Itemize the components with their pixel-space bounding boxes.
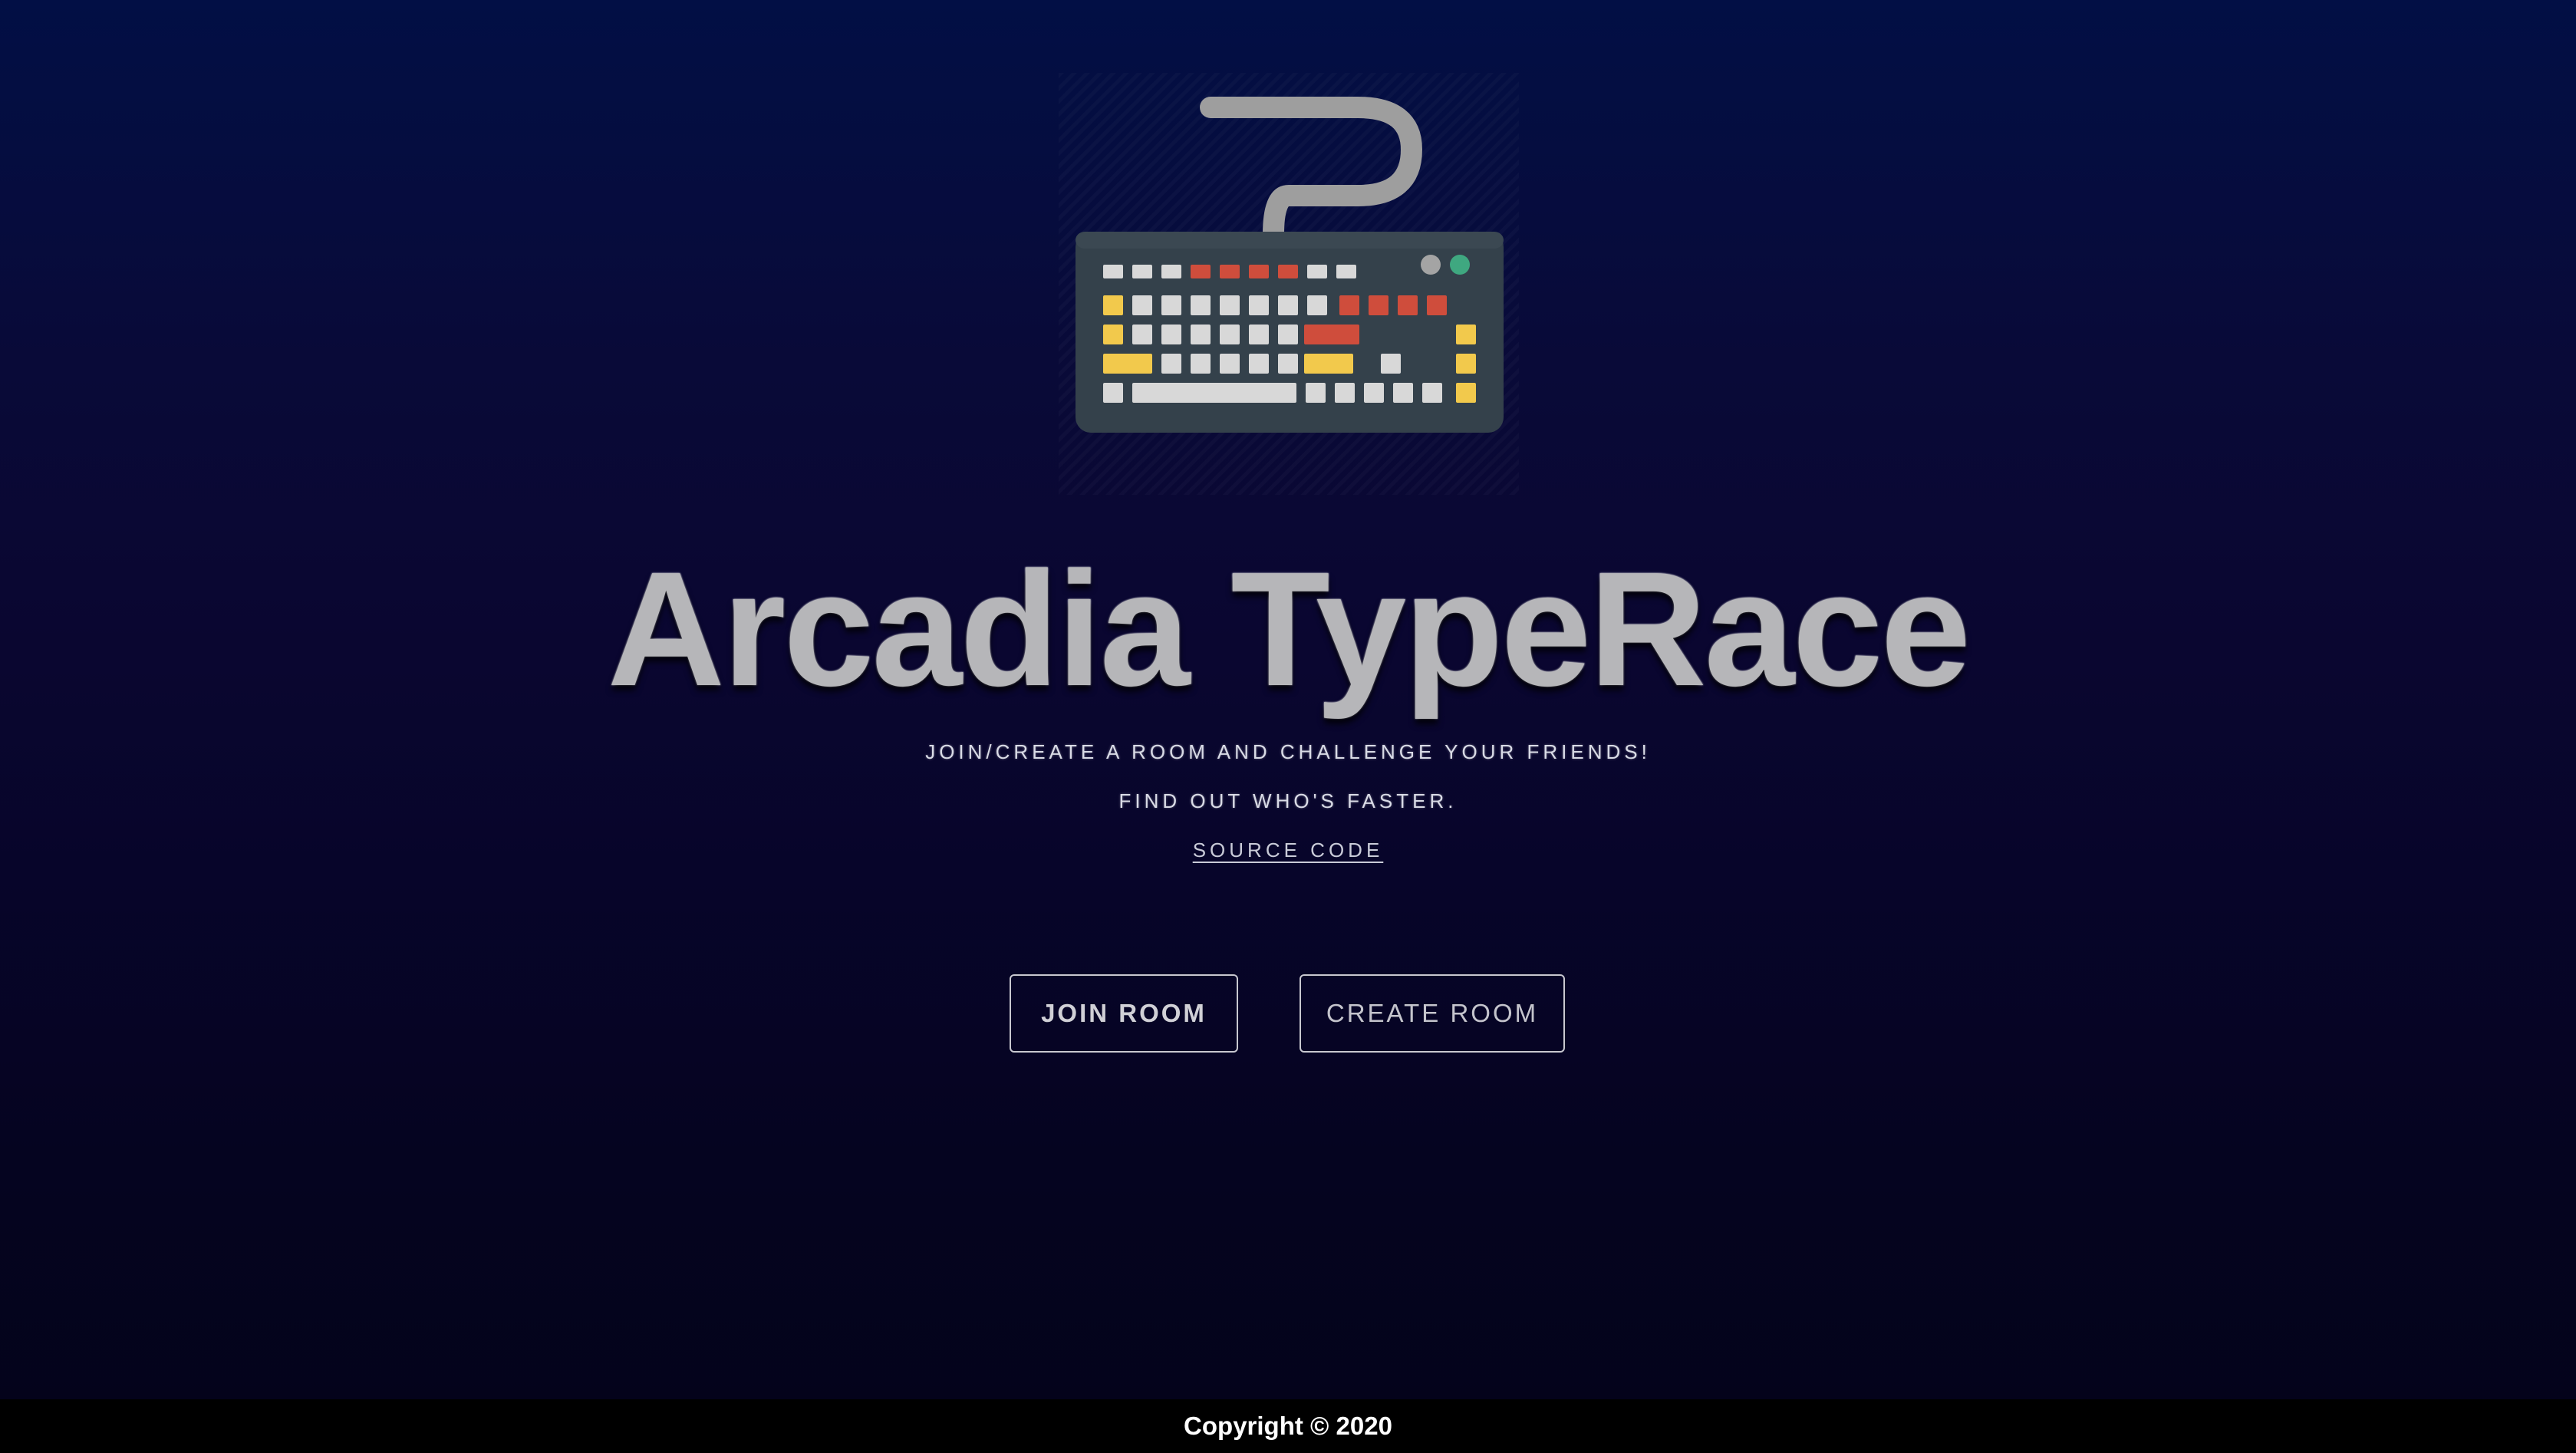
keyboard-key [1307, 265, 1327, 278]
keyboard-key [1220, 265, 1240, 278]
keyboard-key [1456, 325, 1476, 344]
keyboard-key [1132, 295, 1152, 315]
source-code-link[interactable]: SOURCE CODE [1193, 839, 1384, 862]
tagline-find-faster: FIND OUT WHO'S FASTER. [1118, 789, 1458, 812]
keyboard-key [1103, 295, 1123, 315]
keyboard-key [1191, 295, 1211, 315]
source-code-row: SOURCE CODE [0, 839, 2576, 862]
keyboard-key [1103, 265, 1123, 278]
keyboard-key [1220, 354, 1240, 374]
keyboard-key [1249, 354, 1269, 374]
footer: Copyright © 2020 [0, 1399, 2576, 1453]
create-room-button[interactable]: CREATE ROOM [1300, 974, 1565, 1053]
keyboard-key [1132, 383, 1296, 403]
keyboard-key [1161, 265, 1181, 278]
keyboard-key [1191, 354, 1211, 374]
keyboard-key [1335, 383, 1355, 403]
copyright-text: Copyright © 2020 [1184, 1412, 1392, 1440]
keyboard-key [1249, 295, 1269, 315]
keyboard-key [1249, 325, 1269, 344]
keyboard-key [1191, 325, 1211, 344]
keyboard-key [1456, 354, 1476, 374]
keyboard-key [1220, 295, 1240, 315]
keyboard-key [1304, 325, 1359, 344]
keyboard-key [1381, 354, 1401, 374]
join-room-button[interactable]: JOIN ROOM [1010, 974, 1238, 1053]
tagline-join-challenge: JOIN/CREATE A ROOM AND CHALLENGE YOUR FR… [925, 740, 1651, 763]
keyboard-key [1306, 383, 1326, 403]
keyboard-key [1304, 354, 1353, 374]
keyboard-key [1422, 383, 1442, 403]
keyboard-key [1278, 354, 1298, 374]
keyboard-key [1132, 325, 1152, 344]
keyboard-key [1307, 295, 1327, 315]
keyboard-key [1369, 295, 1388, 315]
keyboard-key [1393, 383, 1413, 403]
keyboard-icon [1059, 73, 1519, 495]
page-title: Arcadia TypeRace [607, 538, 1972, 720]
keyboard-key [1103, 354, 1152, 374]
keyboard-key [1278, 295, 1298, 315]
keyboard-key [1278, 325, 1298, 344]
keyboard-key [1220, 325, 1240, 344]
keyboard-key [1103, 383, 1123, 403]
keyboard-key [1278, 265, 1298, 278]
keyboard-key [1249, 265, 1269, 278]
keyboard-key [1132, 265, 1152, 278]
keyboard-key [1364, 383, 1384, 403]
keyboard-key [1339, 295, 1359, 315]
keyboard-key [1456, 383, 1476, 403]
keyboard-key [1398, 295, 1418, 315]
landing-page: Arcadia TypeRace JOIN/CREATE A ROOM AND … [0, 0, 2576, 1399]
keyboard-key [1103, 325, 1123, 344]
keyboard-key [1336, 265, 1356, 278]
keyboard-key [1161, 354, 1181, 374]
keyboard-key [1161, 325, 1181, 344]
keyboard-key [1427, 295, 1447, 315]
keyboard-key [1191, 265, 1211, 278]
keyboard-key [1161, 295, 1181, 315]
